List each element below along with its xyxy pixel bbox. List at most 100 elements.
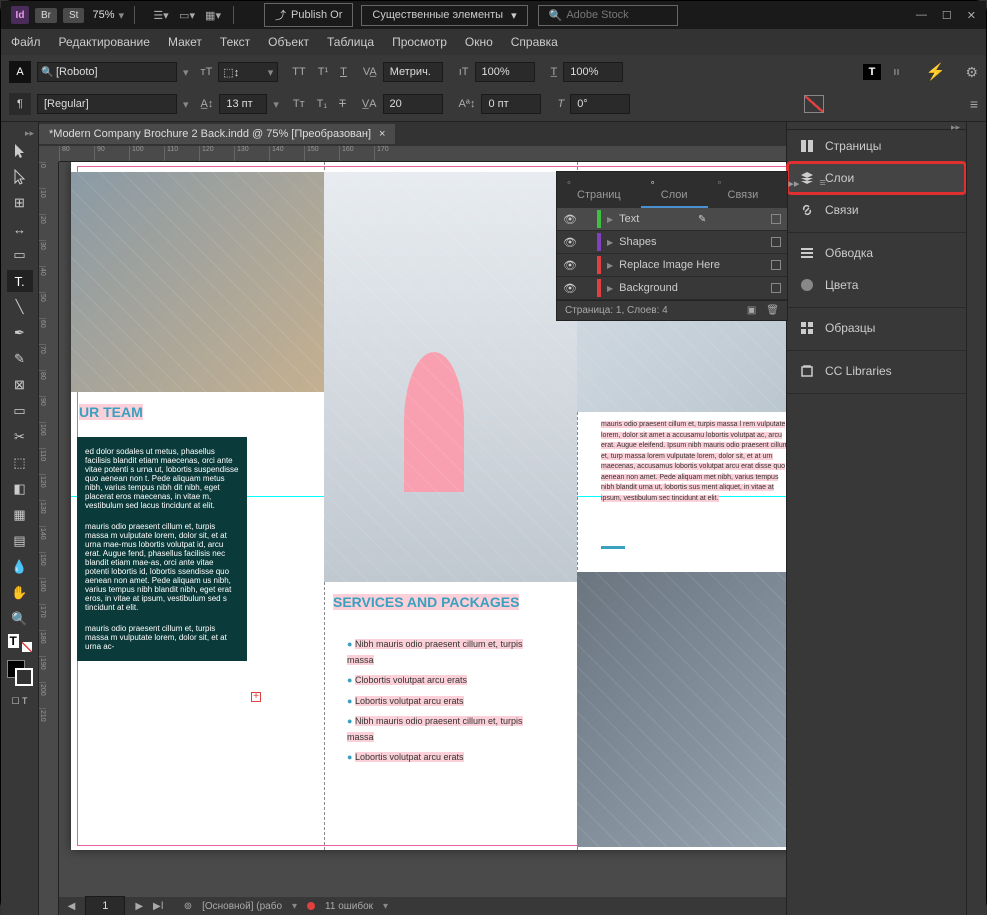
- char-stroke-icon[interactable]: [804, 95, 824, 113]
- layer-name[interactable]: Text: [619, 213, 639, 225]
- image-placeholder[interactable]: [71, 172, 324, 392]
- quick-apply-icon[interactable]: ⚡: [926, 62, 946, 82]
- expand-icon[interactable]: ▶: [607, 238, 613, 247]
- kerning-input[interactable]: [383, 62, 443, 82]
- layer-row[interactable]: 👁 ▶ Shapes: [557, 231, 787, 254]
- strike-icon[interactable]: T: [339, 98, 346, 110]
- zoom-tool[interactable]: 🔍: [7, 608, 33, 630]
- panel-pages[interactable]: Страницы: [787, 130, 966, 162]
- selection-tool[interactable]: [7, 140, 33, 162]
- menu-file[interactable]: Файл: [11, 35, 41, 49]
- panel-menu-icon[interactable]: ⚙: [965, 64, 978, 81]
- note-tool[interactable]: ▤: [7, 530, 33, 552]
- bullet-item[interactable]: Clobortis volutpat arcu erats: [347, 672, 547, 688]
- menu-edit[interactable]: Редактирование: [59, 35, 150, 49]
- visibility-icon[interactable]: 👁: [563, 236, 577, 249]
- next-page-icon[interactable]: ▶: [135, 901, 143, 912]
- smallcaps-icon[interactable]: Tᴛ: [293, 98, 305, 110]
- zoom-level[interactable]: 75%: [92, 9, 114, 21]
- image-placeholder[interactable]: [324, 172, 577, 582]
- char-format-icon[interactable]: A: [9, 61, 31, 83]
- panel-stroke[interactable]: Обводка: [787, 237, 966, 269]
- toolbox-collapse[interactable]: ▸▸: [1, 128, 38, 136]
- view-options-icon[interactable]: ☰▾: [151, 5, 171, 25]
- rectangle-tool[interactable]: ▭: [7, 400, 33, 422]
- menu-help[interactable]: Справка: [511, 35, 558, 49]
- default-fill-icon[interactable]: ☐ T: [7, 690, 33, 712]
- workspace-dropdown[interactable]: Существенные элементы ▾: [361, 5, 527, 26]
- ruler-horizontal[interactable]: 8090100110120130140150160170: [59, 146, 786, 162]
- errors-label[interactable]: 11 ошибок: [325, 901, 373, 912]
- menu-window[interactable]: Окно: [465, 35, 493, 49]
- heading-text[interactable]: SERVICES AND PACKAGES: [333, 594, 519, 610]
- target-icon[interactable]: [771, 260, 781, 270]
- pen-tool[interactable]: ✒: [7, 322, 33, 344]
- prev-page-icon[interactable]: ◀: [68, 901, 76, 912]
- panel-swatches[interactable]: Образцы: [787, 312, 966, 344]
- hand-tool[interactable]: ✋: [7, 582, 33, 604]
- visibility-icon[interactable]: 👁: [563, 213, 577, 226]
- error-indicator-icon[interactable]: [307, 902, 315, 910]
- expand-icon[interactable]: ▶: [607, 284, 613, 293]
- target-icon[interactable]: [771, 237, 781, 247]
- close-icon[interactable]: ✕: [967, 9, 976, 22]
- minimize-icon[interactable]: —: [916, 9, 927, 22]
- line-tool[interactable]: ╲: [7, 296, 33, 318]
- menu-type[interactable]: Текст: [220, 35, 250, 49]
- stock-button[interactable]: St: [63, 8, 84, 23]
- toggle-fill-icon[interactable]: T: [8, 634, 32, 652]
- visibility-icon[interactable]: 👁: [563, 259, 577, 272]
- layer-name[interactable]: Replace Image Here: [619, 259, 720, 271]
- image-placeholder[interactable]: [577, 572, 786, 847]
- layer-row[interactable]: 👁 ▶ Replace Image Here: [557, 254, 787, 277]
- fill-stroke-icon[interactable]: [7, 660, 33, 686]
- panel-cclibraries[interactable]: CC Libraries: [787, 355, 966, 387]
- layer-row[interactable]: 👁 ▶ Background: [557, 277, 787, 300]
- hscale-input[interactable]: [563, 62, 623, 82]
- baseline-input[interactable]: [481, 94, 541, 114]
- layer-row[interactable]: 👁▶Text✎: [557, 208, 787, 231]
- stock-search[interactable]: 🔍 Adobe Stock: [538, 5, 678, 26]
- visibility-icon[interactable]: 👁: [563, 282, 577, 295]
- font-style-input[interactable]: [37, 94, 177, 114]
- doc-tab[interactable]: *Modern Company Brochure 2 Back.indd @ 7…: [39, 124, 395, 144]
- gradient-feather-tool[interactable]: ▦: [7, 504, 33, 526]
- page-input[interactable]: [85, 896, 125, 915]
- target-icon[interactable]: [771, 214, 781, 224]
- bullet-item[interactable]: Nibh mauris odio praesent cillum et, tur…: [347, 713, 547, 745]
- rectangle-frame-tool[interactable]: ⊠: [7, 374, 33, 396]
- maximize-icon[interactable]: ☐: [942, 9, 952, 22]
- eyedropper-tool[interactable]: 💧: [7, 556, 33, 578]
- superscript-icon[interactable]: T¹: [318, 66, 328, 78]
- target-icon[interactable]: [771, 283, 781, 293]
- underline-icon[interactable]: T: [340, 66, 347, 78]
- font-size-input[interactable]: [219, 94, 267, 114]
- bullet-item[interactable]: Lobortis volutpat arcu erats: [347, 693, 547, 709]
- tab-layers[interactable]: ◦ Слои: [641, 172, 708, 208]
- panel-menu-icon[interactable]: ≡: [809, 172, 835, 208]
- expand-icon[interactable]: ▶: [607, 215, 613, 224]
- layer-name[interactable]: Background: [619, 282, 678, 294]
- gap-tool[interactable]: ↔: [7, 218, 33, 240]
- menu-layout[interactable]: Макет: [168, 35, 202, 49]
- free-transform-tool[interactable]: ⬚: [7, 452, 33, 474]
- char-fill-icon[interactable]: T: [863, 64, 882, 80]
- menu-table[interactable]: Таблица: [327, 35, 374, 49]
- delete-layer-icon[interactable]: 🗑: [766, 305, 779, 316]
- publish-button[interactable]: ⤴ Publish Or: [264, 3, 353, 27]
- overset-text-icon[interactable]: +: [251, 692, 261, 702]
- arrange-icon[interactable]: ▦▾: [203, 5, 223, 25]
- font-family-input[interactable]: [37, 62, 177, 82]
- scissors-tool[interactable]: ✂: [7, 426, 33, 448]
- gradient-swatch-tool[interactable]: ◧: [7, 478, 33, 500]
- text-frame[interactable]: ed dolor sodales ut metus, phasellus fac…: [77, 437, 247, 661]
- panels-collapse[interactable]: ▸▸: [787, 122, 966, 130]
- expand-icon[interactable]: ▶: [607, 261, 613, 270]
- bridge-button[interactable]: Br: [35, 8, 57, 23]
- master-label[interactable]: [Основной] (рабо: [202, 901, 282, 912]
- heading-text[interactable]: UR TEAM: [79, 404, 143, 420]
- direct-selection-tool[interactable]: [7, 166, 33, 188]
- layer-name[interactable]: Shapes: [619, 236, 656, 248]
- panel-collapse-icon[interactable]: ▸▸: [778, 172, 809, 208]
- allcaps-icon[interactable]: TT: [292, 66, 305, 78]
